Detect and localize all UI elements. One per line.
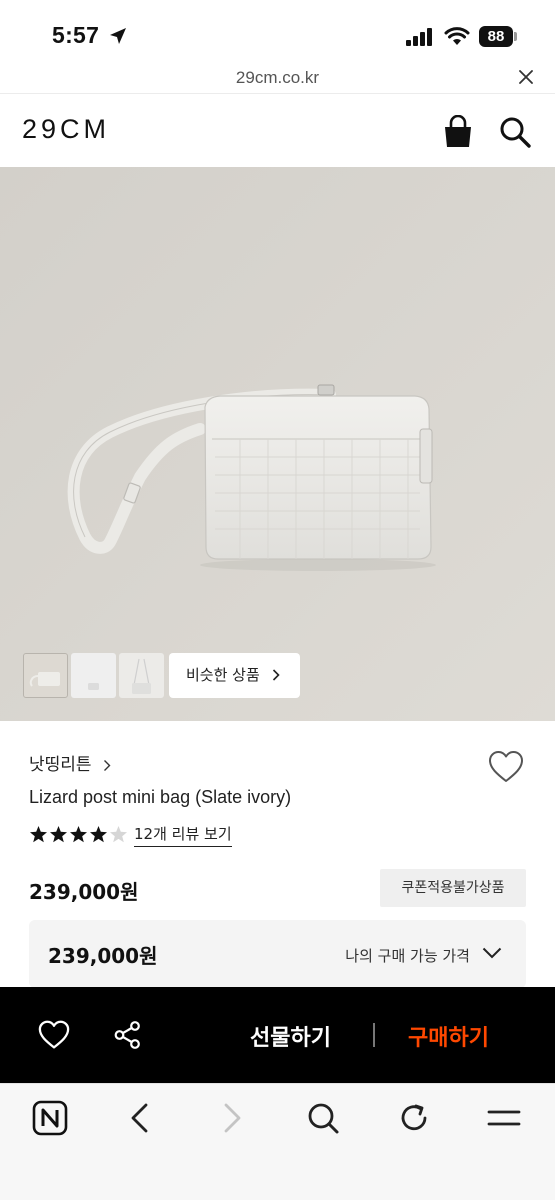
site-logo[interactable]: 29CM xyxy=(22,114,110,145)
status-time: 5:57 xyxy=(52,22,100,48)
star-rating xyxy=(30,826,127,843)
browser-toolbar xyxy=(0,1083,555,1200)
address-bar: 29cm.co.kr xyxy=(0,64,555,94)
share-icon[interactable] xyxy=(114,1021,142,1049)
similar-products-label: 비슷한 상품 xyxy=(186,666,260,684)
my-price-label: 나의 구매 가능 가격 xyxy=(345,947,470,965)
close-icon[interactable] xyxy=(519,70,533,84)
site-header: 29CM xyxy=(0,95,555,167)
button-divider xyxy=(373,1023,375,1047)
wishlist-heart-icon[interactable] xyxy=(488,750,524,784)
my-price-dropdown[interactable]: 239,000원 나의 구매 가능 가격 xyxy=(29,920,526,988)
search-icon[interactable] xyxy=(498,115,532,149)
thumbnail-bag-icon xyxy=(132,658,151,694)
purchase-button[interactable]: 구매하기 xyxy=(408,1020,489,1052)
back-arrow-icon[interactable] xyxy=(122,1100,158,1136)
search-icon[interactable] xyxy=(305,1100,341,1136)
forward-arrow-icon[interactable] xyxy=(214,1100,250,1136)
similar-products-button[interactable]: 비슷한 상품 xyxy=(169,653,300,698)
purchase-bar: 선물하기 구매하기 xyxy=(0,987,555,1083)
status-bar: 5:57 88 xyxy=(0,0,555,64)
product-image-gallery[interactable]: 비슷한 상품 xyxy=(0,167,555,721)
shopping-bag-icon[interactable] xyxy=(442,115,474,149)
review-link[interactable]: 12개 리뷰 보기 xyxy=(134,823,232,847)
battery-tip xyxy=(514,32,517,41)
wishlist-heart-icon[interactable] xyxy=(38,1020,70,1050)
my-price-value: 239,000원 xyxy=(48,944,158,968)
product-name: Lizard post mini bag (Slate ivory) xyxy=(29,787,292,807)
naver-home-icon[interactable] xyxy=(32,1100,68,1136)
brand-link[interactable]: 낫띵리튼 xyxy=(29,750,111,775)
thumbnail-bag-icon xyxy=(88,683,99,690)
url-text[interactable]: 29cm.co.kr xyxy=(0,68,555,88)
thumbnail-2[interactable] xyxy=(71,653,116,698)
brand-name: 낫띵리튼 xyxy=(29,755,92,775)
reload-icon[interactable] xyxy=(396,1100,432,1136)
product-price: 239,000원 xyxy=(29,880,139,904)
coupon-unavailable-badge: 쿠폰적용불가상품 xyxy=(380,869,526,907)
thumbnail-bag-icon xyxy=(29,672,60,687)
wifi-icon xyxy=(444,27,470,45)
menu-icon[interactable] xyxy=(486,1100,522,1136)
cellular-signal-icon xyxy=(406,28,432,46)
thumbnail-3[interactable] xyxy=(119,653,164,698)
product-photo xyxy=(0,167,555,721)
battery-indicator: 88 xyxy=(479,26,513,47)
chevron-right-icon xyxy=(103,759,111,771)
gift-button[interactable]: 선물하기 xyxy=(250,1020,331,1052)
thumbnail-1[interactable] xyxy=(23,653,68,698)
location-arrow-icon xyxy=(110,28,126,44)
chevron-right-icon xyxy=(272,669,280,681)
chevron-down-icon xyxy=(482,947,502,959)
